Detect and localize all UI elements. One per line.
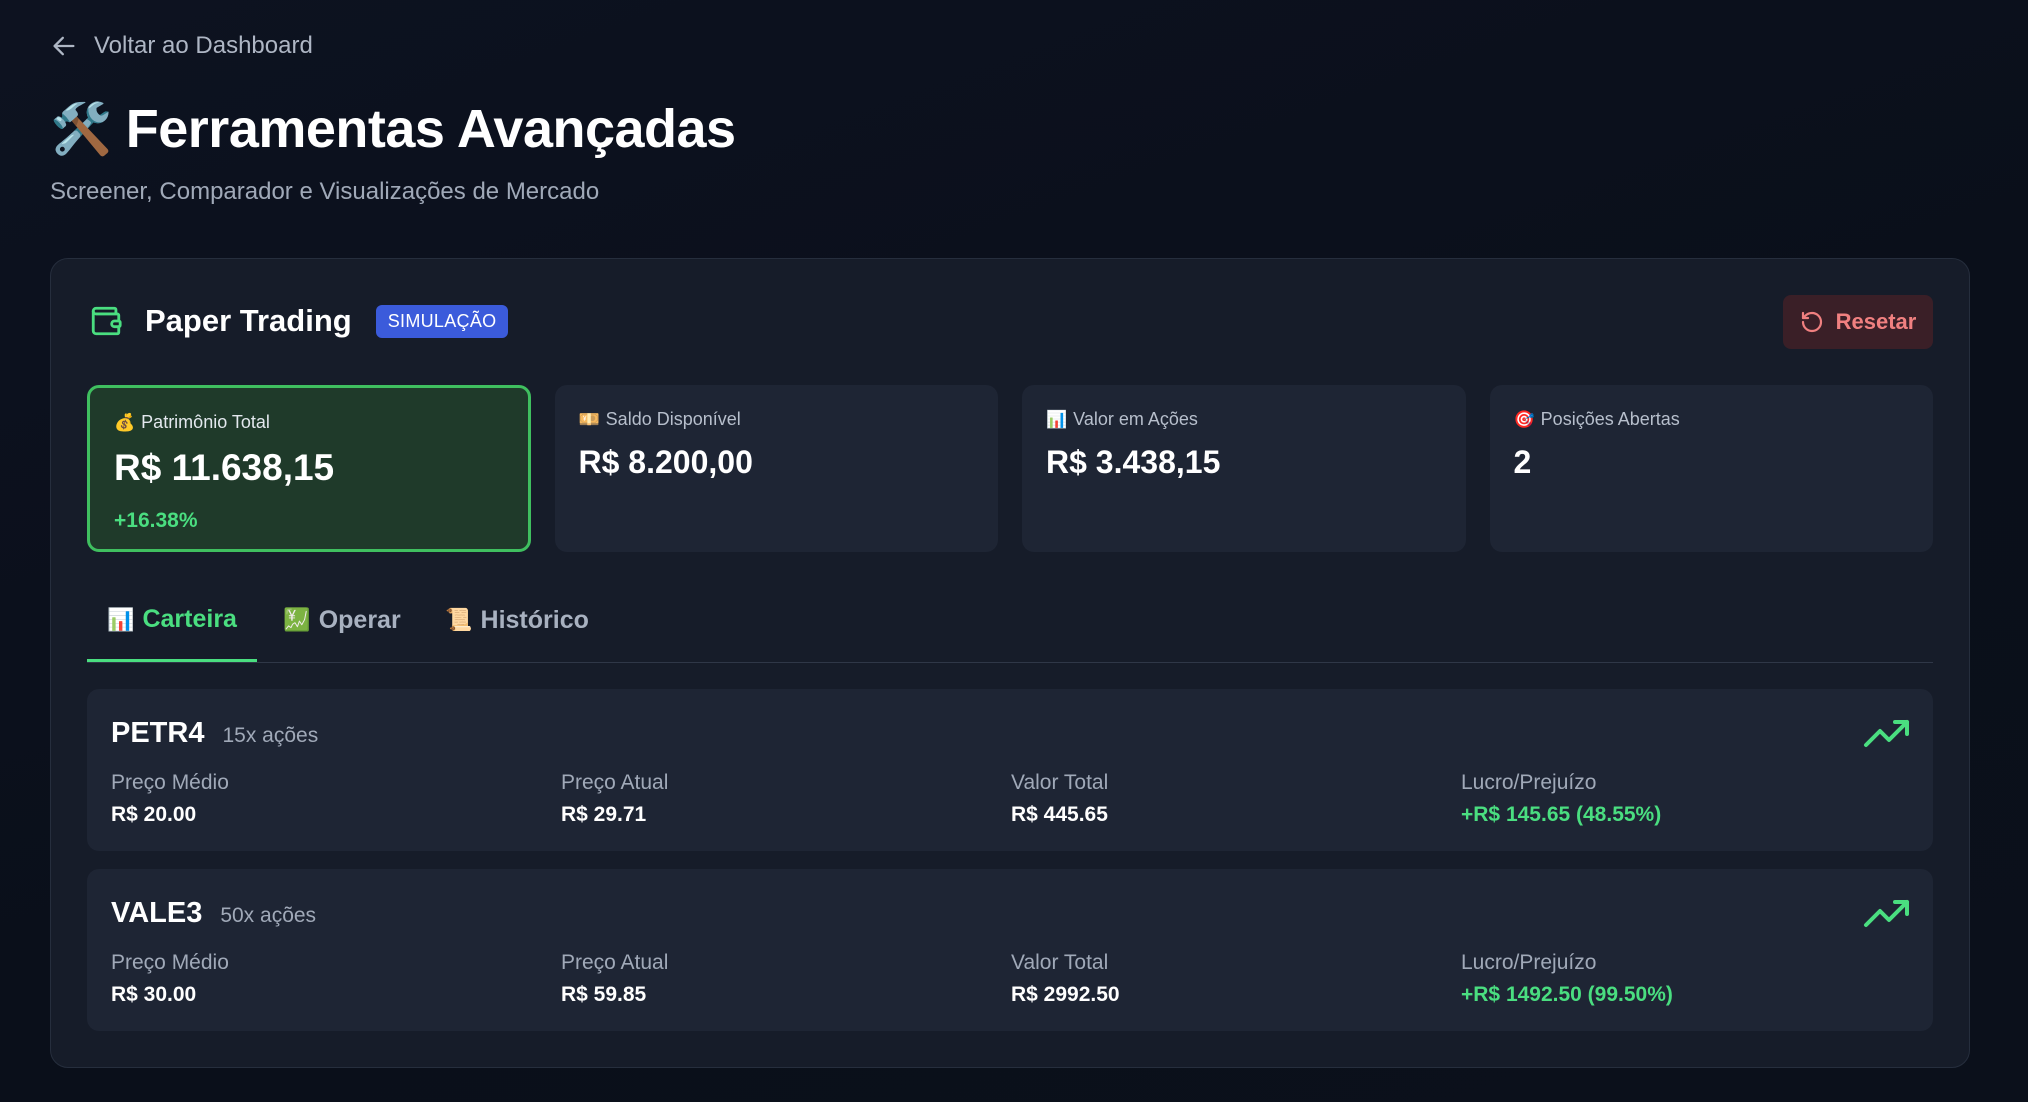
stat-open-positions: 🎯 Posições Abertas 2: [1489, 385, 1933, 552]
stat-label: 📊 Valor em Ações: [1046, 409, 1442, 430]
stat-available-balance: 💴 Saldo Disponível R$ 8.200,00: [554, 385, 998, 552]
trending-up-icon: [1864, 900, 1909, 927]
tools-icon: 🛠️: [50, 100, 112, 157]
stat-value: 2: [1513, 444, 1532, 480]
back-to-dashboard-link[interactable]: Voltar ao Dashboard: [50, 32, 313, 60]
position-details: Preço Médio R$ 20.00 Preço Atual R$ 29.7…: [111, 771, 1911, 827]
tab-label: Operar: [318, 605, 401, 634]
bar-chart-icon: 📊: [107, 606, 135, 632]
reset-button-label: Resetar: [1835, 309, 1917, 334]
cell-label: Preço Atual: [561, 771, 669, 794]
position-details: Preço Médio R$ 30.00 Preço Atual R$ 59.8…: [111, 951, 1911, 1007]
avg-price-cell: Preço Médio R$ 30.00: [111, 951, 561, 1007]
position-header: PETR4 15x ações: [111, 717, 318, 750]
current-price-value: R$ 59.85: [561, 983, 647, 1006]
current-price-value: R$ 29.71: [561, 803, 647, 826]
avg-price-cell: Preço Médio R$ 20.00: [111, 771, 561, 827]
stat-value: R$ 3.438,15: [1046, 444, 1221, 480]
tab-operar[interactable]: 💹 Operar: [257, 594, 427, 662]
tab-label: Carteira: [142, 605, 237, 633]
profit-loss-value: +R$ 1492.50 (99.50%): [1461, 983, 1673, 1006]
stat-value: R$ 8.200,00: [578, 444, 753, 480]
quantity: 50x ações: [220, 904, 317, 927]
profit-loss-value: +R$ 145.65 (48.55%): [1461, 803, 1662, 826]
ticker: PETR4: [111, 717, 205, 749]
bar-chart-icon: 📊: [1046, 409, 1068, 429]
tab-label: Histórico: [480, 605, 589, 634]
tab-bar: 📊 Carteira 💹 Operar 📜 Histórico: [87, 595, 1933, 663]
stat-label-text: Valor em Ações: [1073, 409, 1198, 429]
stat-label: 🎯 Posições Abertas: [1514, 409, 1910, 430]
arrow-left-icon: [53, 36, 75, 56]
trending-up-icon: [1864, 720, 1909, 747]
stats-row: 💰 Patrimônio Total R$ 11.638,15 +16.38% …: [87, 385, 1933, 552]
profit-loss-cell: Lucro/Prejuízo +R$ 145.65 (48.55%): [1461, 771, 1911, 827]
quantity: 15x ações: [222, 724, 319, 747]
card-title: Paper Trading: [145, 303, 352, 338]
card-header: Paper Trading SIMULAÇÃO: [89, 303, 509, 339]
paper-trading-card: Paper Trading SIMULAÇÃO Resetar 💰 Patrim…: [50, 258, 1970, 1068]
profit-loss-cell: Lucro/Prejuízo +R$ 1492.50 (99.50%): [1461, 951, 1911, 1007]
stat-value: R$ 11.638,15: [114, 447, 335, 488]
ticker: VALE3: [111, 897, 203, 929]
stat-change: +16.38%: [114, 509, 198, 532]
page: Voltar ao Dashboard 🛠️ Ferramentas Avanç…: [0, 0, 2028, 1102]
avg-price-value: R$ 30.00: [111, 983, 197, 1006]
cell-label: Preço Médio: [111, 771, 229, 794]
stat-label-text: Saldo Disponível: [605, 409, 741, 429]
cell-label: Valor Total: [1011, 771, 1109, 794]
position-row[interactable]: VALE3 50x ações Preço Médio R$ 30.00 Pre…: [87, 869, 1933, 1031]
stat-stock-value: 📊 Valor em Ações R$ 3.438,15: [1022, 385, 1466, 552]
stat-total-equity: 💰 Patrimônio Total R$ 11.638,15 +16.38%: [87, 385, 531, 552]
money-bag-icon: 💰: [114, 412, 136, 432]
total-value-cell: Valor Total R$ 2992.50: [1011, 951, 1461, 1007]
total-value: R$ 445.65: [1011, 803, 1108, 826]
page-title: 🛠️ Ferramentas Avançadas: [50, 98, 736, 160]
current-price-cell: Preço Atual R$ 59.85: [561, 951, 1011, 1007]
avg-price-value: R$ 20.00: [111, 803, 197, 826]
scroll-icon: 📜: [445, 607, 473, 632]
page-title-text: Ferramentas Avançadas: [125, 99, 736, 159]
banknote-icon: 💴: [578, 409, 600, 429]
cell-label: Lucro/Prejuízo: [1461, 771, 1597, 794]
position-header: VALE3 50x ações: [111, 897, 316, 930]
current-price-cell: Preço Atual R$ 29.71: [561, 771, 1011, 827]
total-value: R$ 2992.50: [1011, 983, 1120, 1006]
back-link-label: Voltar ao Dashboard: [94, 32, 313, 59]
stat-label-text: Posições Abertas: [1540, 409, 1680, 429]
cell-label: Valor Total: [1011, 951, 1109, 974]
target-icon: 🎯: [1513, 409, 1535, 429]
chart-increasing-icon: 💹: [283, 607, 311, 632]
total-value-cell: Valor Total R$ 445.65: [1011, 771, 1461, 827]
stat-label: 💴 Saldo Disponível: [579, 409, 975, 430]
cell-label: Preço Médio: [111, 951, 229, 974]
stat-label-text: Patrimônio Total: [141, 412, 270, 432]
tab-historico[interactable]: 📜 Histórico: [427, 594, 607, 662]
position-row[interactable]: PETR4 15x ações Preço Médio R$ 20.00 Pre…: [87, 689, 1933, 851]
wallet-icon: [91, 306, 122, 336]
page-subtitle: Screener, Comparador e Visualizações de …: [50, 178, 600, 205]
stat-label: 💰 Patrimônio Total: [114, 412, 504, 433]
cell-label: Lucro/Prejuízo: [1461, 951, 1597, 974]
reset-button[interactable]: Resetar: [1783, 295, 1933, 349]
simulation-badge: SIMULAÇÃO: [375, 304, 509, 338]
rotate-ccw-icon: [1801, 311, 1822, 333]
cell-label: Preço Atual: [561, 951, 669, 974]
tab-carteira[interactable]: 📊 Carteira: [87, 594, 257, 662]
